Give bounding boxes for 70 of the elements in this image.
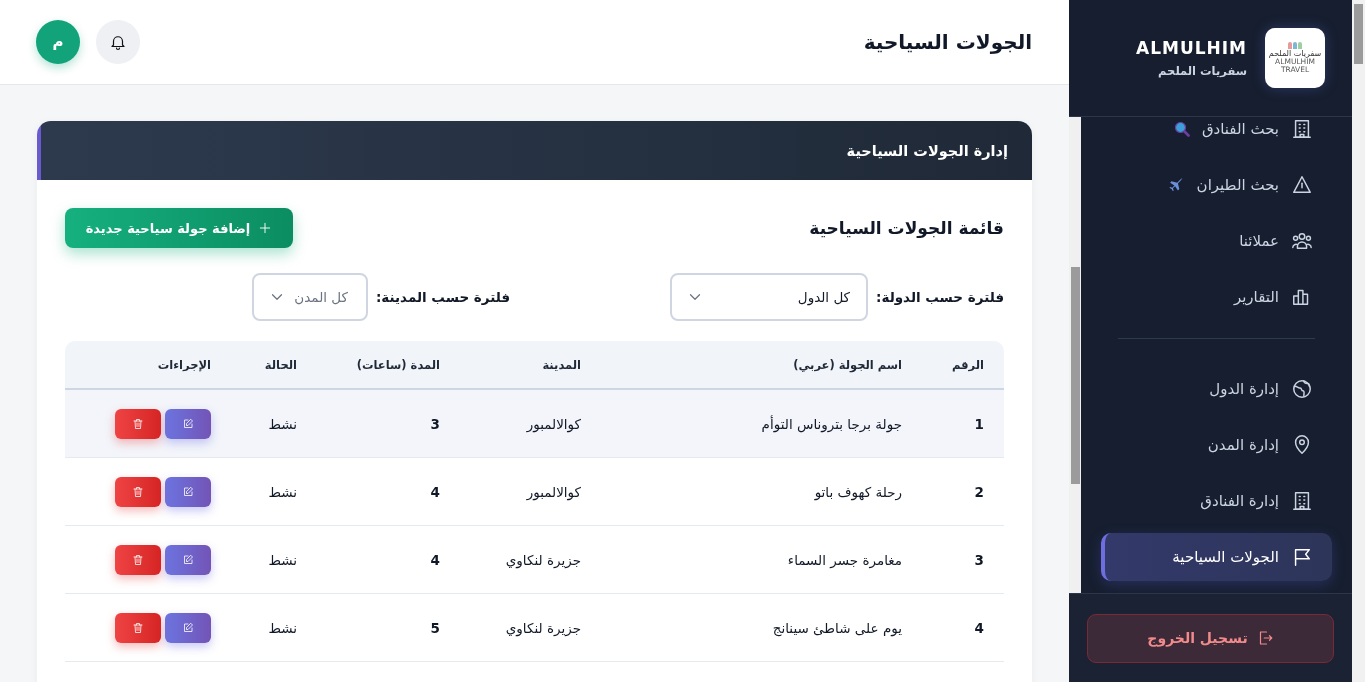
column-header: المدينة: [541, 357, 582, 372]
trash-icon: [132, 417, 144, 430]
edit-icon: [182, 417, 194, 430]
nav-item[interactable]: إدارة الفنادق: [1101, 477, 1332, 525]
table-cell: نشط: [268, 415, 297, 432]
building-icon: [1291, 118, 1313, 140]
table-cell: جزيرة لنكاوي: [505, 619, 581, 636]
delete-button[interactable]: [115, 612, 161, 643]
table-cell: نشط: [268, 619, 297, 636]
table-cell: 5: [430, 619, 440, 636]
table-cell: 3: [430, 415, 440, 432]
column-header: الرقم: [951, 357, 985, 372]
filter-label: فلترة حسب الدولة:: [876, 289, 1004, 305]
table-cell: 4: [974, 619, 984, 636]
table-cell: 4: [430, 551, 440, 568]
table-cell: نشط: [268, 551, 297, 568]
trash-icon: [132, 621, 144, 634]
column-header: المدة (ساعات): [355, 357, 441, 372]
filter-select[interactable]: كل الدول: [670, 273, 869, 321]
table-cell: 4: [430, 483, 440, 500]
table-cell: نشط: [268, 483, 297, 500]
nav-item[interactable]: إدارة الدول: [1101, 365, 1332, 413]
filter-select[interactable]: كل المدن: [251, 273, 368, 321]
nav-item[interactable]: عملائنا: [1101, 217, 1332, 265]
table-cell: مغامرة جسر السماء: [787, 551, 902, 568]
delete-button[interactable]: [115, 476, 161, 507]
delete-button[interactable]: [115, 544, 161, 575]
search-icon: [1173, 121, 1190, 137]
table-cell: جولة برجا بتروناس التوأم: [761, 415, 902, 432]
table-cell: يوم على شاطئ سينانج: [772, 619, 902, 636]
nav-item[interactable]: التقارير: [1101, 273, 1332, 321]
nav-item[interactable]: إدارة المدن: [1101, 421, 1332, 469]
edit-button[interactable]: [165, 612, 211, 643]
edit-icon: [182, 485, 194, 498]
edit-button[interactable]: [165, 476, 211, 507]
page-title: الجولات السياحية: [863, 30, 1032, 54]
column-header: اسم الجولة (عربي): [792, 357, 903, 372]
logout-button[interactable]: تسجيل الخروج: [1087, 613, 1334, 663]
scrollbar[interactable]: [1352, 0, 1365, 682]
brand-name: ALMULHIM: [1136, 38, 1247, 58]
filter-label: فلترة حسب المدينة:: [375, 289, 511, 305]
bell-icon: [109, 33, 127, 51]
column-header: الإجراءات: [156, 357, 212, 372]
edit-icon: [182, 621, 194, 634]
building-icon: [1291, 490, 1313, 512]
card-title: إدارة الجولات السياحية: [846, 142, 1008, 159]
column-header: الحالة: [263, 357, 298, 372]
plus-icon: [258, 221, 273, 235]
table-cell: 2: [974, 483, 984, 500]
trash-icon: [132, 485, 144, 498]
nav-item[interactable]: بحث الفنادق: [1101, 117, 1332, 153]
edit-button[interactable]: [165, 408, 211, 439]
globe-icon: [1291, 378, 1313, 400]
list-title: قائمة الجولات السياحية: [809, 218, 1004, 238]
table-cell: كوالالمبور: [526, 483, 581, 500]
edit-icon: [182, 553, 194, 566]
nav-item[interactable]: الجولات السياحية: [1101, 533, 1332, 581]
brand-subtitle: سفريات الملحم: [1157, 64, 1247, 78]
table-cell: جزيرة لنكاوي: [505, 551, 581, 568]
notification-button[interactable]: [96, 20, 140, 64]
table-cell: كوالالمبور: [526, 415, 581, 432]
scrollbar[interactable]: [1069, 117, 1081, 593]
table-cell: 3: [974, 551, 984, 568]
trash-icon: [132, 553, 144, 566]
users-icon: [1291, 230, 1313, 252]
edit-button[interactable]: [165, 544, 211, 575]
table-cell: 1: [974, 415, 984, 432]
table-cell: رحلة كهوف باتو: [814, 483, 902, 500]
delete-button[interactable]: [115, 408, 161, 439]
nav-item[interactable]: بحث الطيران: [1101, 161, 1332, 209]
